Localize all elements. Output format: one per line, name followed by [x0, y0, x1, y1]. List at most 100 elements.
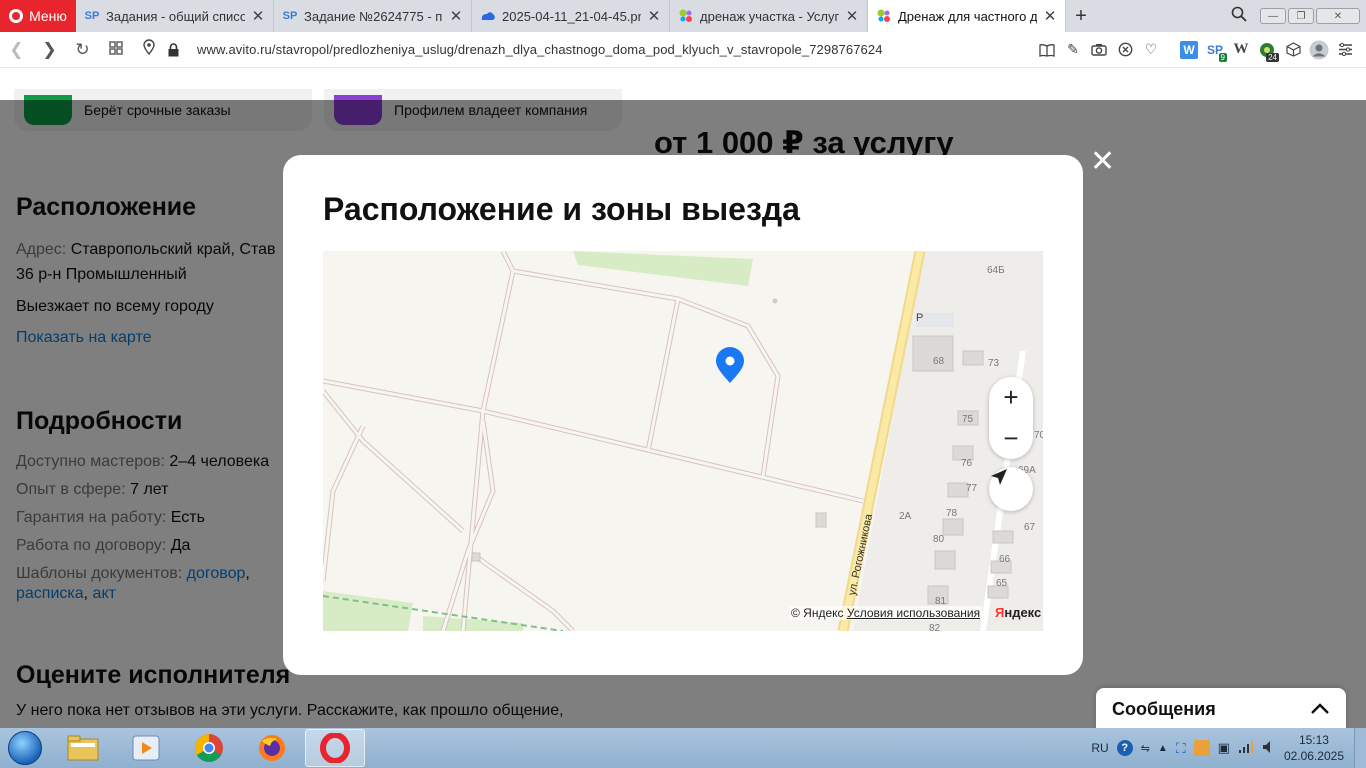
media-player-icon [132, 735, 160, 761]
house-number: 82 [929, 623, 941, 631]
navigation-arrow-icon [991, 469, 1007, 485]
volume-icon[interactable] [1262, 740, 1276, 757]
logo-rest: ндекс [1004, 605, 1042, 620]
cube-extension-icon[interactable] [1280, 37, 1306, 63]
cloud-icon [480, 8, 496, 24]
close-icon[interactable]: ✕ [845, 7, 859, 25]
power-icon[interactable]: ▣ [1218, 740, 1230, 756]
start-button[interactable] [0, 728, 50, 768]
map-copyright: © Яндекс Условия использования [789, 606, 983, 620]
edit-icon[interactable]: ✎ [1060, 37, 1086, 63]
close-icon[interactable]: ✕ [449, 7, 463, 25]
close-icon[interactable]: ✕ [647, 7, 661, 25]
new-tab-button[interactable]: + [1066, 5, 1096, 28]
system-tray: RU ? ⇋ ▲ ⛶ ▣ 15:13 02.06.2025 [1091, 732, 1354, 764]
messages-panel[interactable]: Сообщения [1096, 688, 1346, 730]
opera-icon [320, 733, 350, 763]
yandex-logo[interactable]: Яндекс [995, 605, 1041, 620]
house-number: 68 [933, 356, 945, 367]
tab-tasks-list[interactable]: SP Задания - общий список з ✕ [76, 0, 274, 32]
opera-taskbar-button[interactable] [305, 729, 365, 767]
map-terms-link[interactable]: Условия использования [847, 606, 980, 620]
url-field[interactable]: www.avito.ru/stavropol/predlozheniya_usl… [197, 42, 883, 57]
parking-sign: Р [916, 312, 923, 324]
clock[interactable]: 15:13 02.06.2025 [1284, 732, 1344, 764]
chrome-taskbar-button[interactable] [179, 729, 239, 767]
show-desktop-button[interactable] [1354, 728, 1366, 768]
modal-close-icon[interactable]: ✕ [1090, 147, 1115, 177]
adblock-icon[interactable] [1112, 37, 1138, 63]
menu-label: Меню [29, 8, 67, 24]
extension-badge: 24 [1266, 52, 1279, 62]
lock-icon[interactable] [165, 42, 181, 57]
close-icon[interactable]: ✕ [1043, 7, 1057, 25]
keyboard-icon[interactable]: ⇋ [1141, 742, 1150, 755]
yandex-map[interactable]: 64Б 68 73 75 76 77 78 80 81 82 2А 67 66 … [323, 251, 1043, 631]
map-canvas: 64Б 68 73 75 76 77 78 80 81 82 2А 67 66 … [323, 251, 1043, 631]
firefox-taskbar-button[interactable] [242, 729, 302, 767]
forward-icon[interactable]: ❯ [33, 40, 66, 60]
tab-drainage-services[interactable]: дренаж участка - Услуги и ✕ [670, 0, 868, 32]
chevron-up-icon[interactable] [1310, 703, 1330, 715]
sp-extension-icon[interactable]: SP 9 [1202, 37, 1228, 63]
tab-title: дренаж участка - Услуги и [700, 8, 839, 24]
word-extension-icon[interactable]: W [1176, 37, 1202, 63]
chrome-icon [195, 734, 223, 762]
messages-label: Сообщения [1112, 698, 1216, 719]
sp-icon: SP [282, 10, 298, 22]
house-number: 73 [988, 358, 1000, 369]
media-player-taskbar-button[interactable] [116, 729, 176, 767]
help-icon[interactable]: ? [1116, 740, 1133, 756]
clock-date: 02.06.2025 [1283, 749, 1344, 763]
close-icon[interactable]: ✕ [251, 7, 265, 25]
house-number: 67 [1024, 522, 1036, 533]
minimize-button[interactable]: — [1260, 8, 1286, 24]
easy-setup-icon[interactable] [1332, 37, 1358, 63]
explorer-taskbar-button[interactable] [53, 729, 113, 767]
location-modal: Расположение и зоны выезда 64Б 68 73 75 … [283, 155, 1083, 675]
location-pin-icon[interactable] [132, 39, 165, 60]
address-bar: ❮ ❯ ↻ www.avito.ru/stavropol/predlozheni… [0, 32, 1366, 68]
rating-extension-icon[interactable]: 24 [1254, 37, 1280, 63]
firefox-icon [259, 735, 285, 761]
language-indicator[interactable]: RU [1091, 741, 1108, 755]
tab-screenshot-png[interactable]: 2025-04-11_21-04-45.png ✕ [472, 0, 670, 32]
separator [1164, 37, 1176, 63]
search-tabs-icon[interactable] [1224, 6, 1254, 27]
opera-logo-icon [9, 9, 24, 23]
house-number: 2А [899, 511, 912, 522]
screenshot-tool-icon[interactable]: ⛶ [1176, 740, 1186, 757]
network-icon[interactable] [1238, 740, 1254, 757]
tab-drainage-private-house[interactable]: Дренаж для частного дом ✕ [868, 0, 1066, 32]
sp-badge: 9 [1218, 52, 1227, 62]
tray-expand-icon[interactable]: ▲ [1158, 743, 1168, 754]
wiki-extension-icon[interactable]: W [1228, 37, 1254, 63]
flag-icon[interactable] [1193, 740, 1210, 756]
window-close-button[interactable]: ✕ [1316, 8, 1360, 24]
profile-avatar-icon[interactable] [1306, 37, 1332, 63]
house-number: 75 [962, 414, 974, 425]
clock-time: 15:13 [1298, 733, 1329, 747]
tab-bar: Меню SP Задания - общий список з ✕ SP За… [0, 0, 1366, 32]
zoom-in-button[interactable]: + [989, 377, 1033, 418]
avito-icon [876, 8, 892, 24]
geolocation-button[interactable] [989, 467, 1033, 511]
modal-title: Расположение и зоны выезда [323, 191, 800, 227]
zoom-out-button[interactable]: − [989, 418, 1033, 459]
camera-icon[interactable] [1086, 37, 1112, 63]
reload-icon[interactable]: ↻ [66, 40, 99, 60]
tab-title: Дренаж для частного дом [898, 8, 1037, 24]
zoom-controls: + − [989, 377, 1033, 459]
tab-task-2624775[interactable]: SP Задание №2624775 - про ✕ [274, 0, 472, 32]
tab-title: 2025-04-11_21-04-45.png [502, 8, 641, 24]
house-number: 70 [1034, 430, 1043, 441]
map-pin-icon[interactable] [716, 347, 744, 383]
restore-button[interactable]: ❐ [1288, 8, 1314, 24]
windows-logo-icon [8, 731, 42, 765]
back-icon[interactable]: ❮ [0, 40, 33, 60]
reader-icon[interactable] [1034, 37, 1060, 63]
opera-menu-button[interactable]: Меню [0, 0, 76, 32]
heart-icon[interactable]: ♡ [1138, 37, 1164, 63]
speed-dial-icon[interactable] [99, 40, 132, 60]
folder-icon [67, 735, 99, 761]
